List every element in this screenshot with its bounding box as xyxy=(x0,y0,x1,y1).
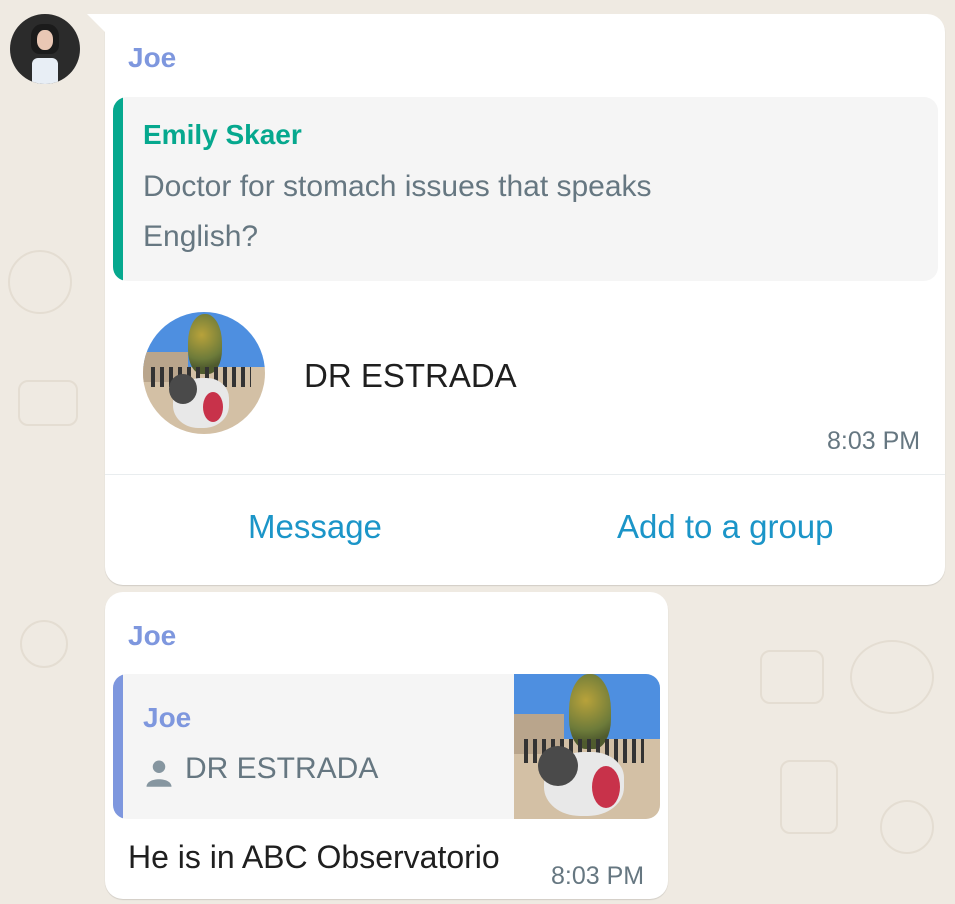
message-time: 8:03 PM xyxy=(827,427,921,455)
contact-photo-thumbnail[interactable] xyxy=(514,674,660,819)
contact-photo-scene xyxy=(143,312,265,434)
message-time: 8:03 PM xyxy=(551,862,645,890)
quoted-message[interactable]: Emily Skaer Doctor for stomach issues th… xyxy=(113,97,938,281)
quote-author: Emily Skaer xyxy=(143,119,302,150)
quote-contact-name: DR ESTRADA xyxy=(185,752,379,785)
sender-name[interactable]: Joe xyxy=(128,620,176,652)
photo-dog-ear xyxy=(169,374,197,404)
photo-dog-ear xyxy=(538,746,578,786)
wallpaper-doodle xyxy=(880,800,934,854)
sender-name[interactable]: Joe xyxy=(128,42,176,74)
reply-message[interactable]: Joe Joe DR ESTRADA He is in ABC Observat… xyxy=(105,592,668,899)
contact-card-message[interactable]: Joe Emily Skaer Doctor for stomach issue… xyxy=(87,14,945,585)
quote-accent-bar xyxy=(113,674,123,819)
sender-avatar[interactable] xyxy=(10,14,80,84)
photo-dog-mouth xyxy=(203,392,223,422)
wallpaper-doodle xyxy=(780,760,838,834)
wallpaper-doodle xyxy=(20,620,68,668)
wallpaper-doodle xyxy=(850,640,934,714)
avatar-shirt xyxy=(32,58,58,84)
photo-sculpture xyxy=(188,314,222,374)
photo-dog-mouth xyxy=(592,766,620,808)
contact-name: DR ESTRADA xyxy=(304,357,517,394)
wallpaper-doodle xyxy=(8,250,72,314)
card-divider xyxy=(105,474,945,475)
message-contact-button[interactable]: Message xyxy=(248,508,382,546)
message-text: He is in ABC Observatorio xyxy=(128,839,500,875)
wallpaper-doodle xyxy=(760,650,824,704)
quote-text-line1: Doctor for stomach issues that speaks xyxy=(143,170,652,203)
quote-text-line2: English? xyxy=(143,220,259,253)
person-icon xyxy=(146,760,172,787)
quote-accent-bar xyxy=(113,97,123,281)
add-to-group-button[interactable]: Add to a group xyxy=(617,508,834,546)
photo-sculpture xyxy=(569,674,611,749)
avatar-face xyxy=(37,30,53,50)
wallpaper-doodle xyxy=(18,380,78,426)
thumbnail-scene xyxy=(514,674,660,819)
contact-photo[interactable] xyxy=(143,312,265,434)
quote-author: Joe xyxy=(143,702,192,733)
